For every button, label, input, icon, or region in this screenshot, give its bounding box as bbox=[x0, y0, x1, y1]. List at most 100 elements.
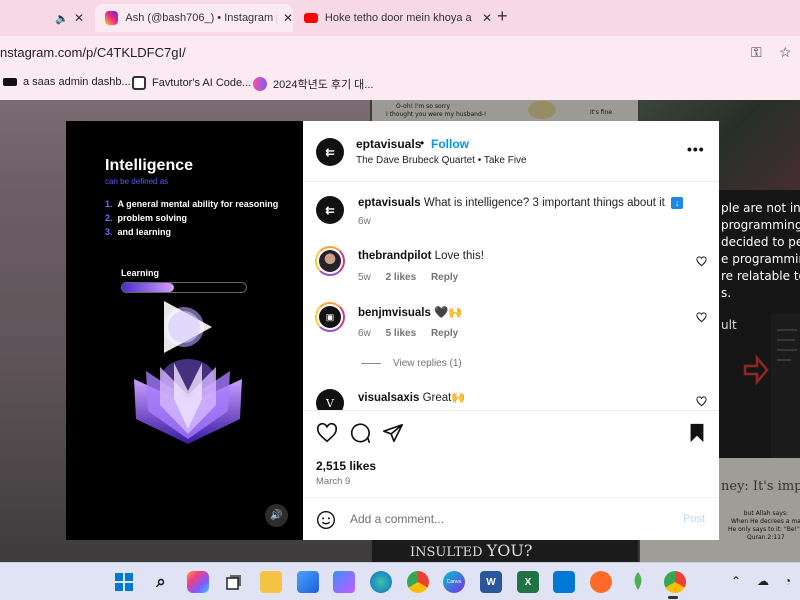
password-key-icon[interactable]: ⚿ bbox=[751, 44, 762, 61]
post-media[interactable]: Intelligence can be defined as 1. A gener… bbox=[66, 121, 303, 540]
saas-icon bbox=[3, 78, 17, 86]
excel-icon[interactable]: X bbox=[517, 571, 539, 593]
chrome-profile-icon[interactable] bbox=[664, 571, 686, 593]
save-bookmark-icon[interactable] bbox=[686, 422, 708, 444]
like-count[interactable]: 5 likes bbox=[386, 328, 417, 339]
tab-close-button[interactable]: ✕ bbox=[482, 11, 492, 25]
tab-youtube[interactable]: Hoke tetho door mein khoya a ✕ bbox=[296, 4, 492, 32]
favtutor-icon bbox=[132, 76, 146, 90]
vscode-icon[interactable] bbox=[553, 571, 575, 593]
caption-meta: 6w bbox=[358, 216, 371, 227]
file-explorer-icon[interactable] bbox=[260, 571, 282, 593]
comment-text: thebrandpilot Love this! bbox=[358, 250, 484, 262]
post-header: ⇇ eptavisuals • Follow The Dave Brubeck … bbox=[303, 121, 719, 182]
like-heart-icon[interactable] bbox=[316, 422, 338, 444]
bookmark-item[interactable]: a saas admin dashb... bbox=[3, 76, 131, 88]
author-username[interactable]: eptavisuals bbox=[356, 137, 421, 151]
likes-count[interactable]: 2,515 likes bbox=[316, 459, 376, 473]
heart-icon[interactable] bbox=[696, 256, 707, 267]
heart-icon[interactable] bbox=[696, 312, 707, 323]
emoji-icon: ↓ bbox=[671, 197, 684, 209]
gradient-logo-icon bbox=[253, 77, 267, 91]
mongodb-icon[interactable] bbox=[627, 571, 649, 593]
cloud-icon[interactable]: ☁ bbox=[757, 574, 769, 588]
copilot-icon[interactable] bbox=[187, 571, 209, 593]
bg-allah-text: but Allah says: When He decrees a ma He … bbox=[728, 510, 800, 541]
taskbar: ⌕ Canva W X ⌃ ☁ ◔ bbox=[0, 562, 800, 600]
comment-meta: 6w 5 likes Reply bbox=[358, 328, 459, 339]
edge-icon[interactable] bbox=[370, 571, 392, 593]
comment-input[interactable]: Add a comment... bbox=[350, 512, 444, 526]
active-app-indicator bbox=[668, 596, 678, 599]
tab-title: Ash (@bash706_) • Instagram p bbox=[125, 12, 277, 24]
separator-dot: • bbox=[420, 136, 425, 150]
reply-button[interactable]: Reply bbox=[431, 328, 458, 339]
bookmark-item[interactable]: 2024학년도 후기 대... bbox=[253, 76, 373, 92]
heart-icon[interactable] bbox=[696, 396, 707, 407]
follow-button[interactable]: Follow bbox=[431, 137, 469, 151]
add-comment-bar: Add a comment... Post bbox=[303, 497, 719, 540]
tab-instagram[interactable]: Ash (@bash706_) • Instagram p ✕ bbox=[95, 4, 293, 32]
bookmark-item[interactable]: Favtutor's AI Code... bbox=[132, 76, 251, 90]
media-list: 1. A general mental ability for reasoning… bbox=[105, 199, 279, 237]
store-icon[interactable] bbox=[333, 571, 355, 593]
audio-track-link[interactable]: The Dave Brubeck Quartet • Take Five bbox=[356, 155, 527, 166]
bg-insulted-text: INSULTED YOU? bbox=[410, 541, 533, 560]
comment-text: visualsaxis Great🙌 bbox=[358, 392, 466, 404]
post-modal: Intelligence can be defined as 1. A gener… bbox=[66, 121, 719, 540]
instagram-icon bbox=[105, 11, 119, 25]
comment-meta: 5w 2 likes Reply bbox=[358, 272, 459, 283]
address-bar[interactable]: nstagram.com/p/C4TKLDFC7gI/ ⚿ ☆ bbox=[0, 36, 800, 68]
search-icon[interactable]: ⌕ bbox=[150, 571, 172, 593]
bookmark-label: Favtutor's AI Code... bbox=[152, 77, 252, 89]
avatar[interactable]: V bbox=[316, 389, 344, 410]
tab-close-button[interactable]: ✕ bbox=[283, 11, 293, 25]
play-icon[interactable] bbox=[154, 297, 214, 357]
post-date: March 9 bbox=[316, 476, 351, 487]
youtube-icon bbox=[304, 13, 318, 23]
speaker-icon[interactable]: 🔈 bbox=[55, 12, 69, 25]
audio-toggle-icon[interactable]: 🔊 bbox=[265, 504, 288, 527]
bookmark-star-icon[interactable]: ☆ bbox=[779, 44, 792, 61]
word-icon[interactable]: W bbox=[480, 571, 502, 593]
like-count[interactable]: 2 likes bbox=[386, 272, 417, 283]
tab-close-button[interactable]: ✕ bbox=[74, 11, 84, 25]
learning-label: Learning bbox=[121, 268, 160, 278]
learning-progress-fill bbox=[122, 283, 175, 292]
pen-icon[interactable] bbox=[590, 571, 612, 593]
windows-icon[interactable] bbox=[113, 571, 135, 593]
tab-strip: 🔈 ✕ Ash (@bash706_) • Instagram p ✕ Hoke… bbox=[0, 0, 800, 36]
new-tab-button[interactable]: + bbox=[497, 6, 508, 27]
comments-list[interactable]: ⇇ eptavisuals What is intelligence? 3 im… bbox=[303, 183, 719, 410]
more-options-icon[interactable]: ••• bbox=[687, 141, 705, 157]
bookmarks-bar: a saas admin dashb... Favtutor's AI Code… bbox=[0, 68, 800, 100]
media-title: Intelligence bbox=[105, 157, 194, 174]
post-actions: 2,515 likes March 9 bbox=[303, 410, 719, 496]
post-comment-button[interactable]: Post bbox=[683, 513, 705, 525]
view-replies-button[interactable]: View replies (1) bbox=[361, 358, 462, 369]
chrome-icon[interactable] bbox=[407, 571, 429, 593]
caption: eptavisuals What is intelligence? 3 impo… bbox=[358, 197, 684, 209]
avatar[interactable]: ⇇ bbox=[316, 138, 344, 166]
reply-button[interactable]: Reply bbox=[431, 272, 458, 283]
comment-icon[interactable] bbox=[349, 422, 371, 444]
task-view-icon[interactable] bbox=[223, 571, 245, 593]
bg-quote-text: ney: It's impo bbox=[721, 479, 800, 494]
bookmark-label: 2024학년도 후기 대... bbox=[273, 79, 374, 91]
avatar[interactable] bbox=[315, 246, 345, 276]
chevron-up-icon[interactable]: ⌃ bbox=[731, 574, 741, 588]
tab-title: Hoke tetho door mein khoya a bbox=[324, 12, 472, 24]
emoji-picker-icon[interactable] bbox=[316, 510, 336, 530]
share-send-icon[interactable] bbox=[382, 422, 404, 444]
url-text[interactable]: nstagram.com/p/C4TKLDFC7gI/ bbox=[0, 45, 186, 60]
bg-ult-label: ult bbox=[721, 318, 737, 332]
book-illustration bbox=[134, 359, 242, 444]
avatar[interactable]: ▣ bbox=[315, 302, 345, 332]
wifi-icon[interactable]: ◔ bbox=[784, 574, 791, 588]
photos-icon[interactable] bbox=[297, 571, 319, 593]
learning-progress-bar bbox=[121, 282, 247, 293]
canva-icon[interactable]: Canva bbox=[443, 571, 465, 593]
avatar[interactable]: ⇇ bbox=[316, 196, 344, 224]
tab-previous[interactable]: 🔈 ✕ bbox=[0, 4, 92, 32]
view-replies-label: View replies (1) bbox=[393, 358, 462, 369]
